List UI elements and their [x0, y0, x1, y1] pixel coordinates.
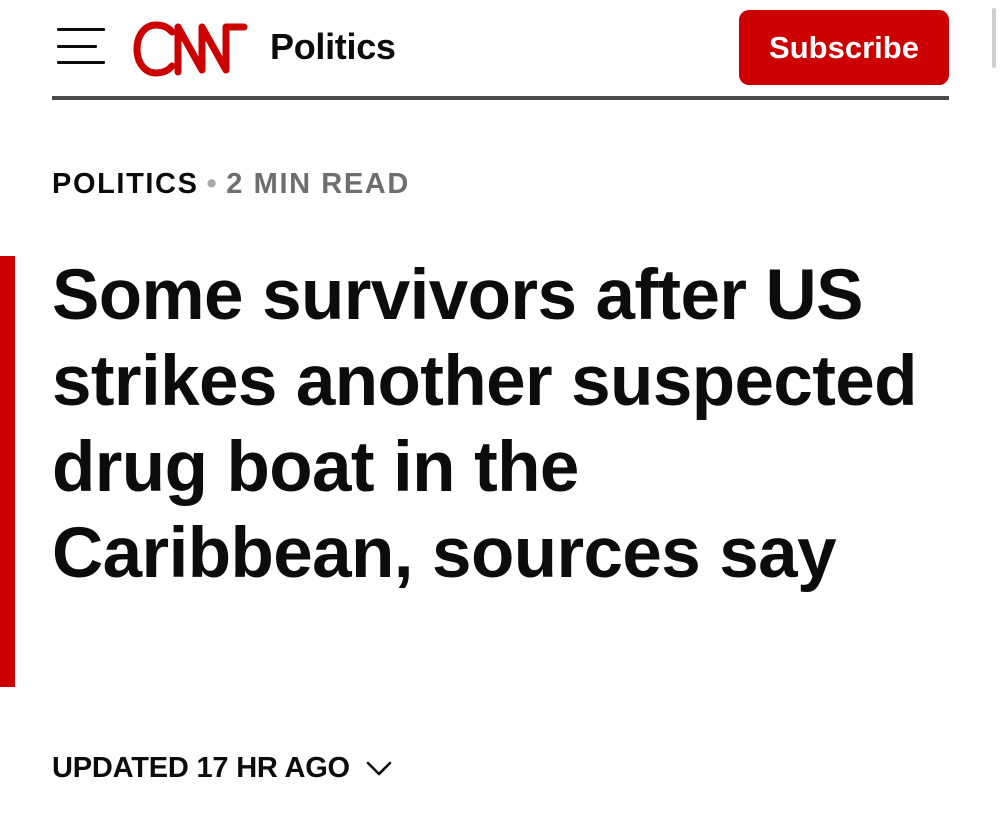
subscribe-button[interactable]: Subscribe — [739, 10, 949, 85]
article-meta: POLITICS • 2 MIN READ — [52, 168, 410, 201]
section-title[interactable]: Politics — [270, 26, 396, 68]
read-time: 2 MIN READ — [226, 168, 410, 200]
headline-accent-bar — [0, 256, 15, 687]
hamburger-menu-icon[interactable] — [57, 28, 105, 64]
section-label[interactable]: POLITICS — [52, 168, 199, 200]
scrollbar[interactable] — [992, 8, 996, 68]
site-header: Politics Subscribe — [52, 0, 949, 100]
meta-separator: • — [206, 168, 219, 200]
updated-label: UPDATED 17 HR AGO — [52, 752, 350, 784]
cnn-logo[interactable] — [132, 20, 248, 78]
updated-timestamp[interactable]: UPDATED 17 HR AGO — [52, 752, 392, 785]
article-headline: Some survivors after US strikes another … — [52, 256, 918, 593]
chevron-down-icon[interactable] — [366, 760, 392, 778]
